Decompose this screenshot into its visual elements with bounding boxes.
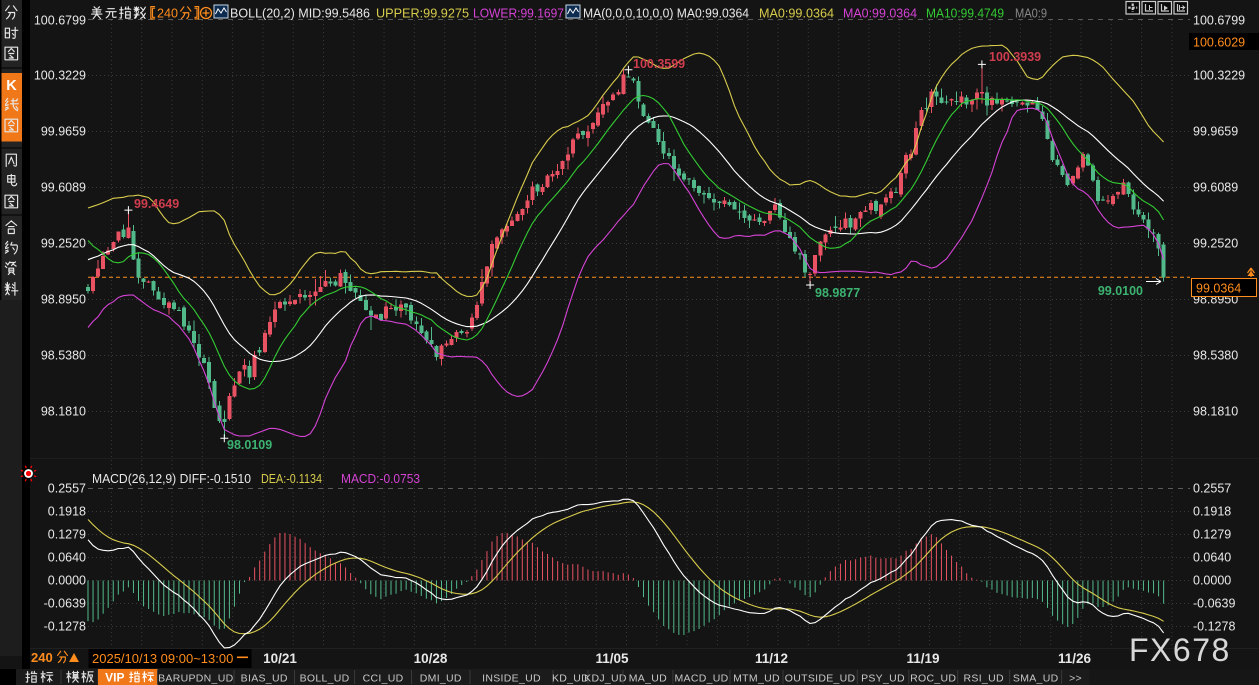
svg-text:MA0:99.0364: MA0:99.0364 bbox=[759, 6, 834, 21]
svg-text:99.9659: 99.9659 bbox=[41, 125, 86, 139]
svg-text:PSY_UD: PSY_UD bbox=[861, 673, 905, 685]
svg-text:98.8950: 98.8950 bbox=[41, 293, 86, 307]
svg-text:MA0:9: MA0:9 bbox=[1015, 6, 1047, 21]
svg-text:99.6089: 99.6089 bbox=[41, 181, 86, 195]
svg-text:98.0109: 98.0109 bbox=[227, 438, 272, 452]
svg-text:UPPER:99.9275: UPPER:99.9275 bbox=[376, 6, 469, 21]
svg-text:100.3939: 100.3939 bbox=[989, 50, 1041, 64]
svg-text:240: 240 bbox=[157, 6, 178, 21]
svg-text:MA0:99.0364: MA0:99.0364 bbox=[843, 6, 917, 21]
svg-text:0.0000: 0.0000 bbox=[48, 574, 86, 588]
svg-text:LOWER:99.1697: LOWER:99.1697 bbox=[473, 6, 564, 21]
svg-text:RSI_UD: RSI_UD bbox=[964, 673, 1004, 685]
svg-text:10/21: 10/21 bbox=[263, 651, 297, 666]
svg-text:98.5380: 98.5380 bbox=[1193, 349, 1238, 363]
svg-text:0.1918: 0.1918 bbox=[48, 505, 86, 519]
svg-text:0.2557: 0.2557 bbox=[1193, 482, 1231, 496]
svg-text:0.2557: 0.2557 bbox=[48, 482, 86, 496]
svg-text:MA_UD: MA_UD bbox=[629, 673, 667, 685]
svg-text:100.6799: 100.6799 bbox=[1193, 14, 1245, 28]
svg-text:OUTSIDE_UD: OUTSIDE_UD bbox=[785, 673, 856, 685]
svg-text:MACD:-0.0753: MACD:-0.0753 bbox=[341, 471, 420, 486]
svg-text:11/12: 11/12 bbox=[755, 651, 788, 666]
svg-text:BIAS_UD: BIAS_UD bbox=[241, 673, 288, 685]
svg-text:99.2520: 99.2520 bbox=[1193, 237, 1238, 251]
svg-text:11/19: 11/19 bbox=[906, 651, 939, 666]
svg-text:INSIDE_UD: INSIDE_UD bbox=[482, 673, 541, 685]
svg-text:DMI_UD: DMI_UD bbox=[420, 673, 462, 685]
svg-text:DEA:-0.1134: DEA:-0.1134 bbox=[261, 471, 322, 486]
svg-text:100.3229: 100.3229 bbox=[34, 69, 86, 83]
svg-text:98.9877: 98.9877 bbox=[815, 286, 860, 300]
svg-text:MACD_UD: MACD_UD bbox=[674, 673, 728, 685]
svg-text:>>: >> bbox=[1069, 673, 1082, 685]
svg-text:11/26: 11/26 bbox=[1058, 651, 1092, 666]
svg-text:CCI_UD: CCI_UD bbox=[363, 673, 404, 685]
svg-text:SMA_UD: SMA_UD bbox=[1013, 673, 1059, 685]
svg-text:0.1279: 0.1279 bbox=[1193, 528, 1231, 542]
svg-text:2025/10/13 09:00~13:00: 2025/10/13 09:00~13:00 bbox=[92, 651, 233, 666]
svg-text:98.1810: 98.1810 bbox=[1193, 405, 1238, 419]
svg-text:0.0000: 0.0000 bbox=[1193, 574, 1231, 588]
svg-text:K: K bbox=[6, 78, 17, 94]
svg-text:MA(0,0,0,10,0,0) MA0:99.0364: MA(0,0,0,10,0,0) MA0:99.0364 bbox=[583, 6, 749, 21]
svg-text:10/28: 10/28 bbox=[414, 651, 448, 666]
svg-text:-0.0639: -0.0639 bbox=[44, 597, 86, 611]
svg-text:99.2520: 99.2520 bbox=[41, 237, 86, 251]
svg-text:BOLL(20,2) MID:99.5486: BOLL(20,2) MID:99.5486 bbox=[230, 6, 370, 21]
svg-text:MACD(26,12,9) DIFF:-0.1510: MACD(26,12,9) DIFF:-0.1510 bbox=[92, 471, 251, 486]
svg-text:99.4649: 99.4649 bbox=[134, 197, 179, 211]
svg-text:0.0640: 0.0640 bbox=[1193, 551, 1231, 565]
svg-text:FX678: FX678 bbox=[1129, 632, 1231, 668]
svg-text:98.5380: 98.5380 bbox=[41, 349, 86, 363]
svg-text:0.0640: 0.0640 bbox=[48, 551, 86, 565]
svg-text:240: 240 bbox=[31, 650, 53, 665]
svg-text:98.1810: 98.1810 bbox=[41, 405, 86, 419]
svg-text:VIP: VIP bbox=[105, 671, 124, 685]
svg-text:MTM_UD: MTM_UD bbox=[733, 673, 780, 685]
svg-text:0.1918: 0.1918 bbox=[1193, 505, 1231, 519]
svg-text:100.6029: 100.6029 bbox=[1193, 36, 1245, 50]
svg-text:99.6089: 99.6089 bbox=[1193, 181, 1238, 195]
svg-text:-0.0639: -0.0639 bbox=[1193, 597, 1235, 611]
svg-text:99.9659: 99.9659 bbox=[1193, 125, 1238, 139]
svg-text:100.3599: 100.3599 bbox=[633, 57, 685, 71]
svg-text:0.1279: 0.1279 bbox=[48, 528, 86, 542]
svg-text:99.0364: 99.0364 bbox=[1196, 282, 1241, 296]
svg-text:BARUPDN_UD: BARUPDN_UD bbox=[158, 673, 233, 685]
svg-text:11/05: 11/05 bbox=[595, 651, 629, 666]
svg-text:100.6799: 100.6799 bbox=[34, 14, 86, 28]
svg-text:-0.1278: -0.1278 bbox=[44, 620, 86, 634]
svg-text:ROC_UD: ROC_UD bbox=[910, 673, 956, 685]
svg-text:KDJ_UD: KDJ_UD bbox=[584, 673, 627, 685]
svg-text:99.0100: 99.0100 bbox=[1098, 284, 1143, 298]
svg-text:BOLL_UD: BOLL_UD bbox=[300, 673, 350, 685]
svg-text:MA10:99.4749: MA10:99.4749 bbox=[926, 6, 1004, 21]
svg-text:100.3229: 100.3229 bbox=[1193, 69, 1245, 83]
